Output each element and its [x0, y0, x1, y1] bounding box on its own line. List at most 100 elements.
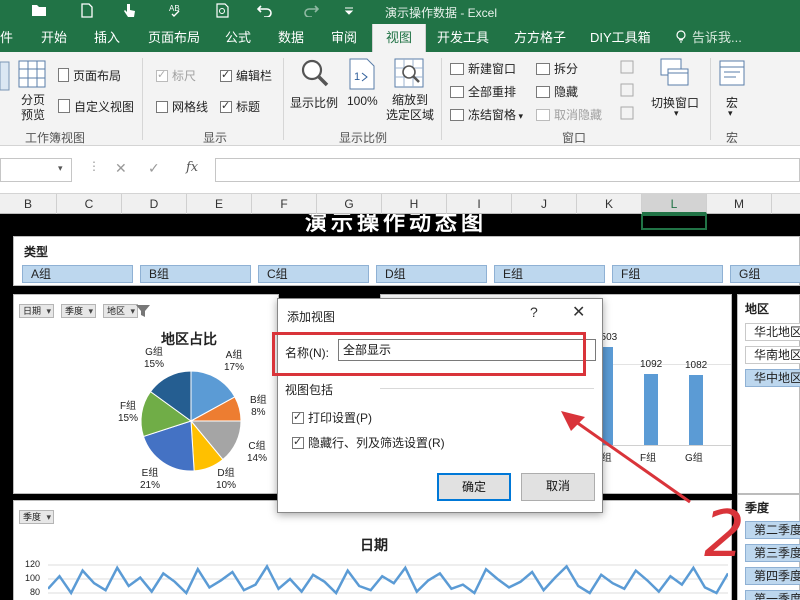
tab-diy-toolbox[interactable]: DIY工具箱	[590, 24, 651, 52]
reset-position-icon[interactable]	[620, 106, 634, 123]
folder-icon[interactable]	[30, 3, 48, 21]
macros-dropdown-icon[interactable]: ▾	[728, 108, 733, 119]
formula-input[interactable]	[215, 158, 800, 182]
field-button-season[interactable]: 季度	[19, 510, 55, 524]
slicer-item[interactable]: E组	[494, 265, 605, 283]
pie-label-pct: 21%	[140, 480, 161, 491]
headings-checkbox[interactable]: 标题	[220, 98, 260, 115]
undo-icon[interactable]	[256, 3, 274, 21]
normal-view-icon[interactable]	[0, 60, 10, 95]
tab-page-layout[interactable]: 页面布局	[148, 24, 200, 52]
active-cell[interactable]	[641, 214, 707, 230]
switch-windows-icon[interactable]	[660, 58, 690, 91]
zoom-100-icon[interactable]: 1	[348, 58, 376, 93]
slicer-item[interactable]: 第二季度	[745, 521, 800, 539]
close-icon[interactable]: ✕	[572, 302, 585, 322]
slicer-item[interactable]: F组	[612, 265, 723, 283]
tab-insert[interactable]: 插入	[94, 24, 120, 52]
zoom-to-selection-label[interactable]: 缩放到 选定区域	[386, 93, 434, 123]
new-file-icon[interactable]	[78, 3, 96, 21]
print-preview-icon[interactable]	[214, 3, 232, 21]
page-break-preview-label[interactable]: 分页 预览	[18, 93, 48, 123]
column-header[interactable]: I	[447, 194, 512, 214]
cancel-formula-icon[interactable]: ✕	[115, 160, 127, 177]
tell-me-icon[interactable]	[676, 24, 686, 52]
slicer-item[interactable]: G组	[730, 265, 800, 283]
slicer-item[interactable]: 华北地区	[745, 323, 800, 341]
freeze-panes-button[interactable]: 冻结窗格 ▾	[450, 106, 523, 123]
insert-function-icon[interactable]: fx	[186, 160, 198, 175]
view-side-by-side-icon[interactable]	[620, 60, 634, 77]
gridlines-checkbox[interactable]: 网格线	[156, 98, 208, 115]
ruler-checkbox[interactable]: 标尺	[156, 67, 196, 84]
tell-me-search[interactable]: 告诉我...	[692, 24, 742, 52]
column-header[interactable]: C	[57, 194, 122, 214]
slicer-item[interactable]: 华中地区	[745, 369, 800, 387]
column-header[interactable]: F	[252, 194, 317, 214]
spellcheck-icon[interactable]: AB	[168, 3, 186, 21]
magnifier-icon[interactable]	[300, 58, 330, 91]
tab-review[interactable]: 审阅	[331, 24, 357, 52]
slicer-item[interactable]: C组	[258, 265, 369, 283]
tab-fangfang[interactable]: 方方格子	[514, 24, 566, 52]
tab-formulas[interactable]: 公式	[225, 24, 251, 52]
unhide-button[interactable]: 取消隐藏	[536, 106, 602, 123]
column-header[interactable]: K	[577, 194, 642, 214]
slicer-item[interactable]: D组	[376, 265, 487, 283]
help-icon[interactable]: ?	[530, 304, 538, 320]
tab-developer[interactable]: 开发工具	[437, 24, 489, 52]
hide-button[interactable]: 隐藏	[536, 83, 578, 100]
column-header[interactable]: D	[122, 194, 187, 214]
enter-formula-icon[interactable]: ✓	[148, 160, 160, 177]
column-header[interactable]: B	[0, 194, 57, 214]
tab-view[interactable]: 视图	[372, 24, 427, 52]
redo-icon[interactable]	[302, 3, 320, 21]
slicer-item[interactable]: 第三季度	[745, 544, 800, 562]
column-header[interactable]: H	[382, 194, 447, 214]
slicer-item[interactable]: B组	[140, 265, 251, 283]
name-box-dropdown-icon[interactable]: ▾	[58, 163, 63, 174]
arrange-all-button[interactable]: 全部重排	[450, 83, 516, 100]
line-chart-panel[interactable]: 季度 日期 120 100 80	[13, 500, 732, 600]
field-button-season[interactable]: 季度	[61, 304, 97, 318]
macros-icon[interactable]	[718, 58, 748, 91]
page-break-preview-icon[interactable]	[18, 60, 46, 91]
customize-qat-icon[interactable]	[340, 3, 358, 21]
formula-bar-check-icon	[220, 68, 232, 82]
hidden-rows-checkbox[interactable]: 隐藏行、列及筛选设置(R)	[292, 434, 445, 451]
slicer-item[interactable]: 华南地区	[745, 346, 800, 364]
season-slicer[interactable]: 季度 第二季度 第三季度 第四季度 第一季度	[737, 494, 800, 600]
field-button-region[interactable]: 地区	[103, 304, 139, 318]
ok-button[interactable]: 确定	[437, 473, 511, 501]
zoom-button[interactable]: 显示比例	[290, 94, 338, 111]
slicer-item[interactable]: 第四季度	[745, 567, 800, 585]
switch-windows-dropdown-icon[interactable]: ▾	[674, 108, 679, 119]
split-button[interactable]: 拆分	[536, 60, 578, 77]
zoom-100-button[interactable]: 100%	[347, 94, 378, 108]
formula-bar-menu-icon[interactable]: ⋮	[88, 159, 100, 173]
custom-views-button[interactable]: 自定义视图	[58, 98, 134, 115]
slicer-item[interactable]: 第一季度	[745, 590, 800, 600]
formula-bar-checkbox[interactable]: 编辑栏	[220, 67, 272, 84]
tab-home[interactable]: 开始	[41, 24, 67, 52]
column-header[interactable]: J	[512, 194, 577, 214]
type-slicer[interactable]: 类型 A组 B组 C组 D组 E组 F组 G组	[13, 236, 800, 286]
column-header[interactable]: M	[707, 194, 772, 214]
region-slicer[interactable]: 地区 华北地区 华南地区 华中地区	[737, 294, 800, 494]
slicer-item[interactable]: A组	[22, 265, 133, 283]
new-window-button[interactable]: 新建窗口	[450, 60, 516, 77]
zoom-selection-icon[interactable]	[394, 58, 424, 91]
tab-file[interactable]: 件	[0, 24, 13, 52]
column-header[interactable]: E	[187, 194, 252, 214]
field-button-date[interactable]: 日期	[19, 304, 55, 318]
column-header-selected[interactable]: L	[642, 194, 707, 214]
pie-label-g: G组 15%	[144, 347, 164, 371]
filter-funnel-icon[interactable]	[135, 303, 151, 322]
touch-mode-icon[interactable]	[120, 3, 138, 21]
page-layout-button[interactable]: 页面布局	[58, 67, 121, 84]
print-settings-checkbox[interactable]: 打印设置(P)	[292, 409, 372, 426]
column-header[interactable]: G	[317, 194, 382, 214]
pie-chart-panel[interactable]: 日期 季度 地区 地区占比 G组15% A组17% B组8% C组14% D组1…	[13, 294, 279, 494]
tab-data[interactable]: 数据	[278, 24, 304, 52]
sync-scroll-icon[interactable]	[620, 83, 634, 100]
